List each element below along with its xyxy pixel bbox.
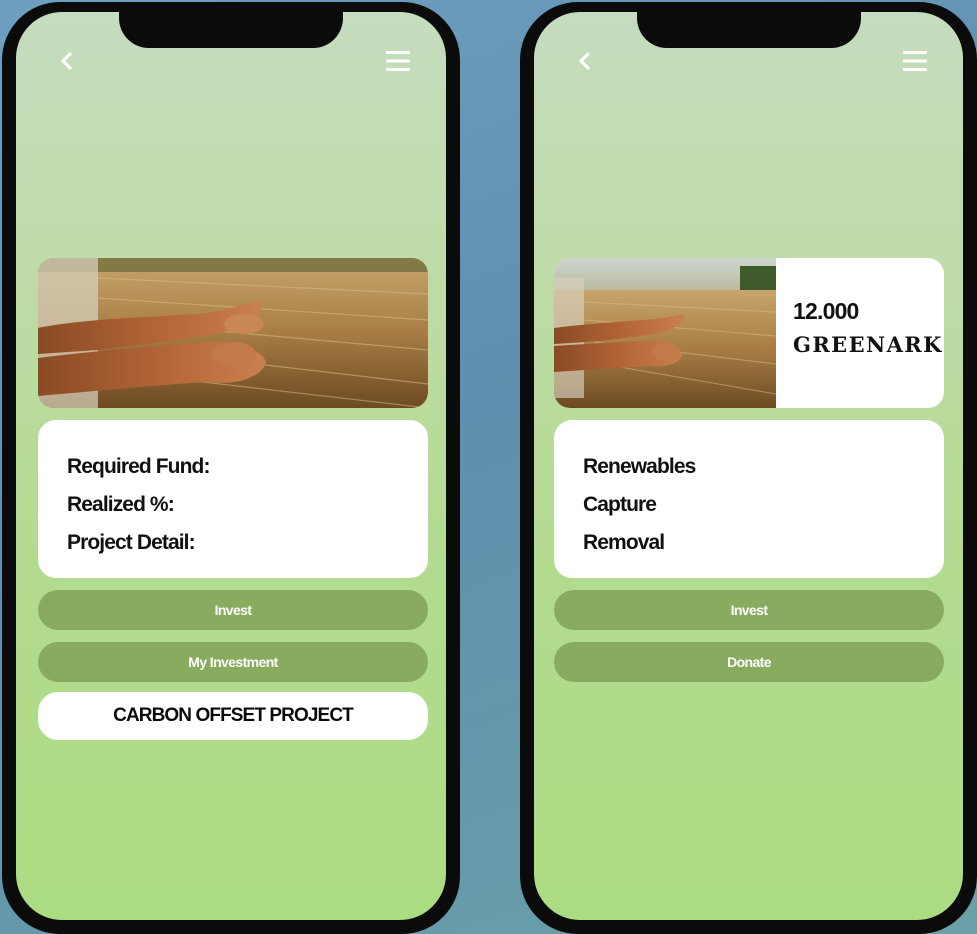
categories-card: Renewables Capture Removal bbox=[554, 420, 944, 578]
hero-image bbox=[38, 258, 428, 408]
screen-left: Required Fund: Realized %: Project Detai… bbox=[16, 12, 446, 920]
screen-right: 12.000 GREENARK Renewables Capture Remov… bbox=[534, 12, 963, 920]
invest-button[interactable]: Invest bbox=[38, 590, 428, 630]
notch bbox=[636, 12, 861, 48]
realized-percent-label: Realized %: bbox=[67, 493, 175, 516]
category-removal[interactable]: Removal bbox=[583, 524, 915, 562]
phone-left: Required Fund: Realized %: Project Detai… bbox=[2, 2, 460, 934]
category-renewables[interactable]: Renewables bbox=[583, 448, 915, 486]
notch bbox=[119, 12, 343, 48]
back-icon[interactable] bbox=[58, 52, 76, 70]
project-title-badge: CARBON OFFSET PROJECT bbox=[38, 692, 428, 740]
my-investment-button[interactable]: My Investment bbox=[38, 642, 428, 682]
project-info-card: Required Fund: Realized %: Project Detai… bbox=[38, 420, 428, 578]
back-icon[interactable] bbox=[576, 52, 594, 70]
token-name: GREENARK bbox=[793, 332, 943, 357]
invest-button[interactable]: Invest bbox=[554, 590, 944, 630]
project-detail-label: Project Detail: bbox=[67, 531, 196, 554]
token-amount: 12.000 bbox=[793, 298, 859, 324]
wheat-field-photo bbox=[554, 258, 776, 408]
token-hero-card: 12.000 GREENARK bbox=[554, 258, 944, 408]
category-capture[interactable]: Capture bbox=[583, 486, 915, 524]
menu-icon[interactable] bbox=[903, 50, 927, 72]
donate-button[interactable]: Donate bbox=[554, 642, 944, 682]
wheat-field-photo bbox=[38, 258, 428, 408]
required-fund-label: Required Fund: bbox=[67, 455, 210, 478]
phone-right: 12.000 GREENARK Renewables Capture Remov… bbox=[520, 2, 977, 934]
menu-icon[interactable] bbox=[386, 50, 410, 72]
